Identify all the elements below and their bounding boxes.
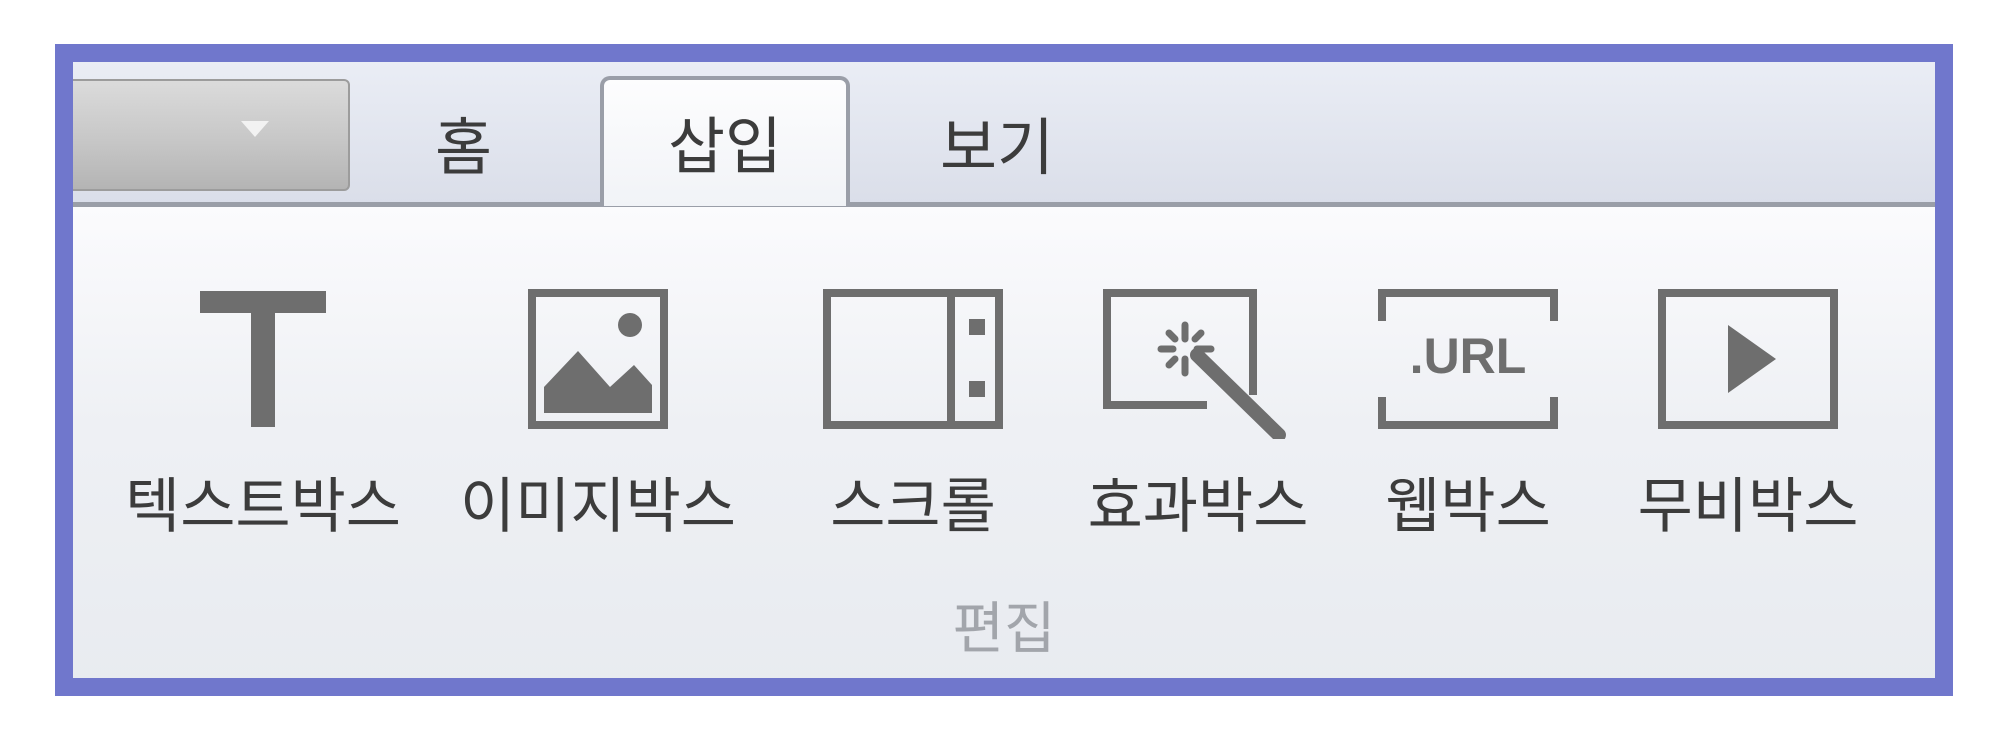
scroll-button[interactable]: 스크롤 xyxy=(773,289,1053,539)
tab-view[interactable]: 보기 xyxy=(940,117,1054,179)
scroll-label: 스크롤 xyxy=(830,472,996,542)
moviebox-button[interactable]: 무비박스 xyxy=(1603,289,1893,539)
imagebox-label: 이미지박스 xyxy=(460,472,736,542)
ribbon-panel: 텍스트박스 이미지박스 스크롤 효과박스 .URL 웹박스 무비박스 편집 xyxy=(73,207,1935,678)
scroll-icon xyxy=(823,289,1003,429)
text-icon xyxy=(200,291,326,427)
tab-home[interactable]: 홈 xyxy=(435,117,492,179)
svg-text:.URL: .URL xyxy=(1410,328,1527,384)
moviebox-label: 무비박스 xyxy=(1637,472,1859,542)
textbox-label: 텍스트박스 xyxy=(125,472,401,542)
imagebox-button[interactable]: 이미지박스 xyxy=(443,289,753,539)
chevron-down-icon xyxy=(241,121,269,137)
app-menu-button[interactable] xyxy=(73,79,350,191)
tab-bar: 홈 삽입 보기 xyxy=(73,62,1935,207)
effectbox-button[interactable]: 효과박스 xyxy=(1063,289,1333,539)
tab-insert[interactable]: 삽입 xyxy=(600,76,850,206)
tab-insert-label: 삽입 xyxy=(667,110,783,183)
url-icon: .URL xyxy=(1378,289,1558,429)
textbox-button[interactable]: 텍스트박스 xyxy=(103,289,423,539)
group-label-edit: 편집 xyxy=(952,597,1056,662)
image-icon xyxy=(528,289,668,429)
webbox-button[interactable]: .URL 웹박스 xyxy=(1343,289,1593,539)
effectbox-label: 효과박스 xyxy=(1087,472,1309,542)
ribbon-window: 홈 삽입 보기 텍스트박스 이미지박스 스크롤 효과박스 .URL 웹박스 무비… xyxy=(55,44,1953,696)
magic-wand-icon xyxy=(1103,289,1286,439)
webbox-label: 웹박스 xyxy=(1385,472,1551,542)
play-icon xyxy=(1658,289,1838,429)
